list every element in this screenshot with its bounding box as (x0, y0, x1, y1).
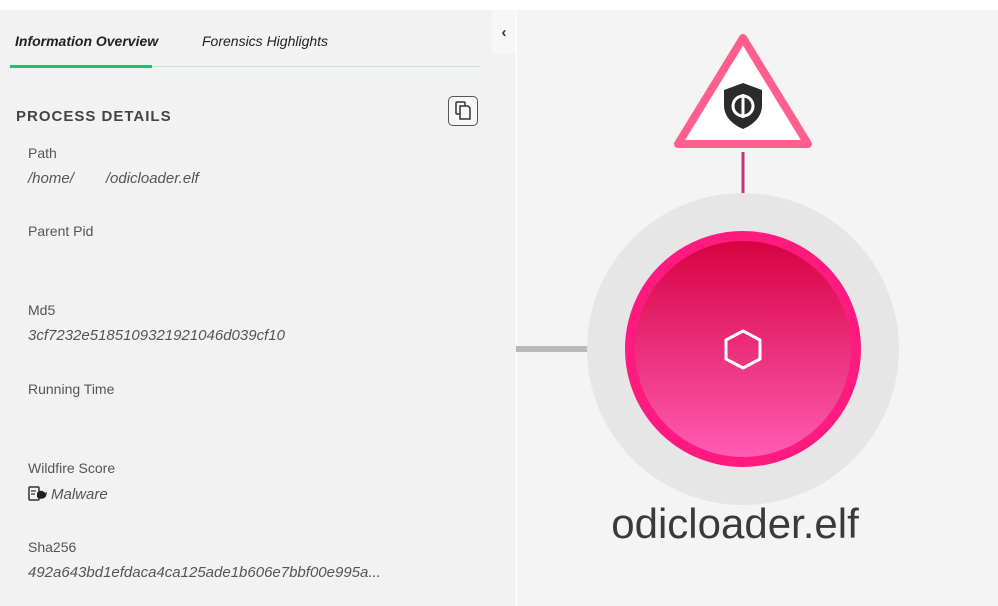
node-label: odicloader.elf (611, 500, 859, 547)
process-node[interactable] (625, 231, 861, 467)
alert-badge[interactable] (670, 30, 816, 154)
